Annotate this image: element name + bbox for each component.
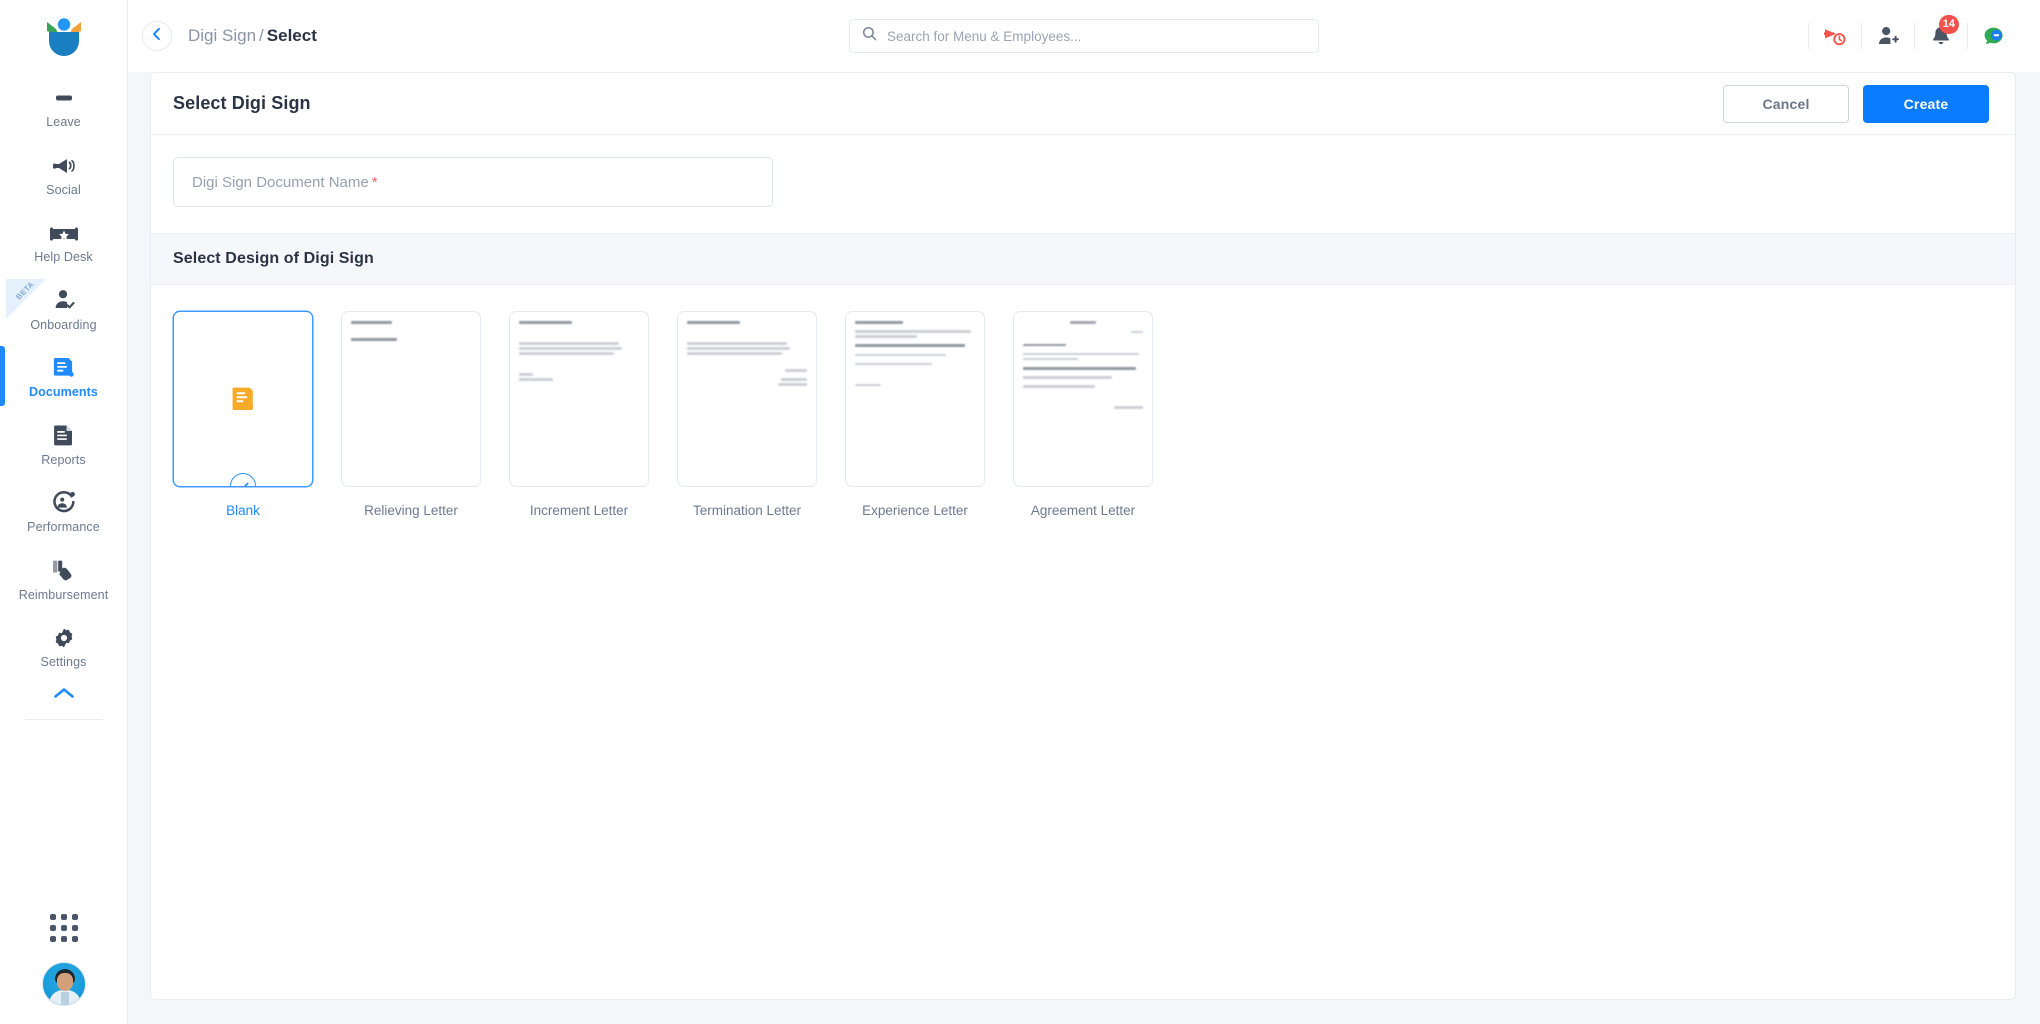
create-button[interactable]: Create <box>1863 84 1989 123</box>
beta-label: BETA <box>14 279 36 301</box>
back-button[interactable] <box>142 21 172 51</box>
reports-icon <box>49 421 79 447</box>
gear-icon <box>49 623 79 649</box>
design-card-increment-letter[interactable]: Increment Letter <box>509 311 649 518</box>
sidebar-item-label: Social <box>46 182 81 197</box>
sidebar-item-performance[interactable]: Performance <box>0 477 127 545</box>
field-placeholder-text: Digi Sign Document Name * <box>192 174 378 191</box>
chevron-up-icon <box>53 686 75 705</box>
page-title: Select Digi Sign <box>173 93 311 113</box>
user-avatar[interactable] <box>41 962 86 1006</box>
notification-badge: 14 <box>1938 15 1959 34</box>
design-section-title: Select Design of Digi Sign <box>173 250 374 267</box>
sidebar: Leave Social Help Desk BETA Onboarding D… <box>0 0 128 1024</box>
sidebar-item-label: Documents <box>29 385 98 399</box>
divider <box>1861 23 1862 49</box>
breadcrumb-current: Select <box>266 26 317 45</box>
design-card-label: Agreement Letter <box>1030 503 1136 518</box>
design-card-experience-letter[interactable]: Experience Letter <box>845 311 985 518</box>
logo-wrapper[interactable] <box>0 0 127 72</box>
design-card-agreement-letter[interactable]: Agreement Letter <box>1013 311 1153 518</box>
select-digi-sign-panel: Select Digi Sign Cancel Create Digi Sign… <box>150 72 2016 1000</box>
sidebar-item-reimbursement[interactable]: Reimbursement <box>0 545 127 613</box>
app-root: Leave Social Help Desk BETA Onboarding D… <box>0 0 2040 1024</box>
megaphone-icon <box>49 151 79 177</box>
search-icon <box>862 26 877 46</box>
announcement-clock-icon[interactable] <box>1815 19 1855 53</box>
divider <box>1914 23 1915 49</box>
chat-support-icon[interactable] <box>1974 19 2014 53</box>
cancel-button[interactable]: Cancel <box>1723 84 1849 123</box>
divider <box>1967 23 1968 49</box>
main-column: Digi Sign / Select Search for Menu & Emp… <box>128 0 2040 1024</box>
help-desk-icon <box>49 218 79 244</box>
design-list: Blank Relieving Letter Increment Letter … <box>151 285 2015 538</box>
design-card-label: Relieving Letter <box>364 503 458 518</box>
divider <box>1808 23 1809 49</box>
design-thumbnail <box>509 311 649 487</box>
sidebar-item-social[interactable]: Social <box>0 140 127 208</box>
performance-icon <box>49 488 79 514</box>
digi-sign-document-name-field[interactable]: Digi Sign Document Name * <box>173 157 773 207</box>
breadcrumb: Digi Sign / Select <box>188 26 317 46</box>
topbar-actions: 14 <box>1802 15 2014 53</box>
field-placeholder-label: Digi Sign Document Name <box>192 173 369 191</box>
sidebar-nav: Leave Social Help Desk BETA Onboarding D… <box>0 72 127 719</box>
design-card-label: Blank <box>226 503 260 518</box>
add-user-icon[interactable] <box>1868 19 1908 53</box>
design-thumbnail <box>677 311 817 487</box>
design-card-termination-letter[interactable]: Termination Letter <box>677 311 817 518</box>
design-thumbnail <box>1013 311 1153 487</box>
breadcrumb-parent[interactable]: Digi Sign <box>188 26 256 45</box>
design-section-bar: Select Design of Digi Sign <box>151 233 2015 285</box>
sidebar-item-help-desk[interactable]: Help Desk <box>0 207 127 275</box>
selected-check-icon <box>230 473 256 486</box>
sidebar-item-documents[interactable]: Documents <box>0 342 127 410</box>
sidebar-item-label: Help Desk <box>34 250 93 264</box>
design-card-relieving-letter[interactable]: Relieving Letter <box>341 311 481 518</box>
sidebar-collapse-button[interactable] <box>0 680 127 719</box>
sidebar-item-label: Reimbursement <box>18 587 109 602</box>
bell-icon[interactable]: 14 <box>1921 15 1961 53</box>
reimbursement-icon <box>49 556 79 582</box>
grid-apps-icon[interactable] <box>47 914 81 942</box>
sidebar-item-label: Leave <box>46 115 81 129</box>
design-card-label: Termination Letter <box>692 503 802 518</box>
design-card-label: Increment Letter <box>529 503 629 518</box>
design-card-blank[interactable]: Blank <box>173 311 313 518</box>
sidebar-item-onboarding[interactable]: BETA Onboarding <box>0 275 127 343</box>
design-card-label: Experience Letter <box>862 503 968 518</box>
breadcrumb-separator: / <box>259 26 264 45</box>
search-input[interactable] <box>887 28 1306 44</box>
sidebar-item-reports[interactable]: Reports <box>0 410 127 478</box>
company-logo <box>46 18 81 56</box>
panel-header: Select Digi Sign Cancel Create <box>151 73 2015 135</box>
document-icon <box>49 353 79 379</box>
sidebar-item-label: Performance <box>27 520 100 534</box>
search-box[interactable] <box>849 19 1319 53</box>
content-area: Select Digi Sign Cancel Create Digi Sign… <box>128 72 2040 1024</box>
form-row: Digi Sign Document Name * <box>151 135 2015 233</box>
topbar: Digi Sign / Select Search for Menu & Emp… <box>128 0 2040 72</box>
panel-actions: Cancel Create <box>1723 84 1989 123</box>
design-thumbnail <box>173 311 313 487</box>
sidebar-item-label: Onboarding <box>30 317 97 332</box>
sidebar-item-settings[interactable]: Settings <box>0 612 127 680</box>
sidebar-divider <box>24 718 103 720</box>
required-asterisk: * <box>371 173 378 191</box>
sidebar-item-label: Reports <box>41 452 86 467</box>
design-thumbnail <box>341 311 481 487</box>
blank-document-icon <box>232 387 254 410</box>
sidebar-item-leave[interactable]: Leave <box>0 72 127 140</box>
sidebar-footer <box>0 888 127 1024</box>
user-check-icon <box>49 286 79 312</box>
leave-icon <box>49 83 79 109</box>
chevron-left-icon <box>150 27 164 46</box>
sidebar-item-label: Settings <box>40 655 87 669</box>
global-search <box>849 19 1319 53</box>
design-thumbnail <box>845 311 985 487</box>
